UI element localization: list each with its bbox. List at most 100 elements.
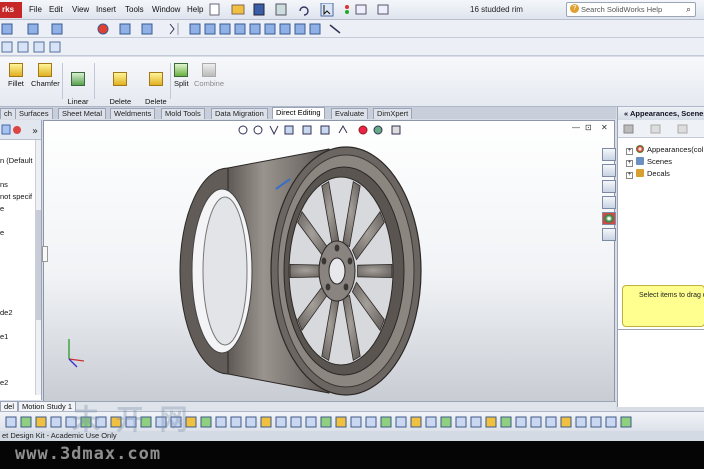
solidworks-resources-tab-icon[interactable]	[602, 148, 616, 161]
extend-icon	[485, 416, 497, 428]
feature-tree-scrollbar[interactable]	[35, 140, 41, 395]
home-icon[interactable]	[677, 124, 688, 134]
feature-manager-panel: » n (Default ns not specif e e de2 e1 e2	[0, 120, 42, 400]
hide-show-icon	[119, 23, 131, 35]
tree-item[interactable]: ns	[0, 180, 8, 189]
tab-direct-editing[interactable]: Direct Editing	[272, 107, 325, 119]
rotate-icon	[245, 416, 257, 428]
sketch-tool-icon	[605, 416, 617, 428]
move-icon	[380, 416, 392, 428]
smart-dimension-icon	[17, 41, 29, 53]
tab-dimxpert[interactable]: DimXpert	[373, 108, 413, 119]
decals-folder[interactable]: + Decals	[626, 169, 670, 179]
offset-icon	[350, 416, 362, 428]
open-folder-icon	[231, 4, 245, 15]
sketch-fillet-icon	[33, 41, 45, 53]
extend-icon	[335, 416, 347, 428]
rotate-icon	[545, 416, 557, 428]
view-toolbar-icons[interactable]	[0, 20, 350, 38]
tree-item[interactable]: e	[0, 228, 4, 237]
view-palette-tab-icon[interactable]	[602, 196, 616, 209]
scrollbar-thumb[interactable]	[36, 210, 41, 320]
menu-file[interactable]: File	[29, 5, 42, 14]
chamfer-button[interactable]: Chamfer	[31, 63, 60, 88]
panel-splitter-handle[interactable]	[42, 246, 48, 262]
appearances-folder[interactable]: + Appearances(col	[626, 145, 703, 155]
document-title: 16 studded rim	[470, 5, 523, 14]
help-search-input[interactable]: Search SolidWorks Help	[581, 5, 662, 14]
tree-item[interactable]: n (Default	[0, 156, 33, 165]
linear-pattern-icon	[71, 72, 86, 86]
view-orientation-icon	[1, 23, 13, 35]
task-pane-tabs	[602, 148, 616, 243]
tree-item[interactable]: e	[0, 204, 4, 213]
standard-toolbar[interactable]	[208, 3, 418, 17]
task-pane-toolbar	[618, 120, 704, 138]
menu-tools[interactable]: Tools	[125, 5, 144, 14]
drag-hint-box: Select items to drag o	[622, 285, 704, 327]
graphics-area[interactable]: — ⊡ ✕	[43, 120, 615, 402]
feature-manager-tabs: »	[0, 120, 41, 140]
custom-properties-tab-icon[interactable]	[602, 228, 616, 241]
tree-item[interactable]: e1	[0, 332, 8, 341]
scenes-folder[interactable]: + Scenes	[626, 157, 672, 167]
scenes-icon	[636, 157, 644, 165]
solidworks-logo: rks	[0, 2, 22, 18]
menu-window[interactable]: Window	[152, 5, 180, 14]
view-front-icon	[189, 23, 201, 35]
file-explorer-tab-icon[interactable]	[602, 180, 616, 193]
coordinate-triad-icon	[68, 339, 85, 368]
menu-edit[interactable]: Edit	[49, 5, 63, 14]
menu-view[interactable]: View	[72, 5, 89, 14]
sketch-toolbar	[0, 38, 704, 56]
search-icon[interactable]: ⌕	[686, 4, 691, 15]
view-top-icon	[249, 23, 261, 35]
delete-face-icon	[148, 72, 163, 86]
tab-sketch[interactable]: ch	[0, 108, 16, 119]
task-pane-content	[618, 329, 704, 407]
command-manager-tabs: ch Surfaces Sheet Metal Weldments Mold T…	[0, 107, 616, 119]
tab-mold-tools[interactable]: Mold Tools	[161, 108, 205, 119]
tree-item[interactable]: not specif	[0, 192, 32, 201]
tab-surfaces[interactable]: Surfaces	[15, 108, 53, 119]
tree-item[interactable]: e2	[0, 378, 8, 387]
options-icon	[377, 4, 389, 15]
trim-icon	[20, 416, 32, 428]
display-manager-tab-icon[interactable]	[13, 126, 21, 134]
fillet-button[interactable]: Fillet	[8, 63, 24, 88]
offset-icon	[200, 416, 212, 428]
rim-model[interactable]	[44, 121, 615, 402]
tab-weldments[interactable]: Weldments	[110, 108, 156, 119]
scale-icon	[275, 416, 287, 428]
menu-help[interactable]: Help	[187, 5, 203, 14]
appearances-tab-icon[interactable]	[602, 212, 616, 225]
sketch-toolbar-icons[interactable]	[0, 38, 80, 56]
design-library-tab-icon[interactable]	[602, 164, 616, 177]
tree-item[interactable]: de2	[0, 308, 13, 317]
rim-center-bore	[328, 257, 346, 285]
sketch-tool-icon	[455, 416, 467, 428]
tab-sheet-metal[interactable]: Sheet Metal	[58, 108, 107, 119]
split-button[interactable]: Split	[174, 63, 189, 88]
trim-icon	[320, 416, 332, 428]
combine-button[interactable]: Combine	[194, 63, 224, 88]
feature-tree-tab-icon[interactable]	[1, 124, 11, 135]
decals-icon	[636, 169, 644, 177]
combine-icon	[202, 63, 216, 77]
scene-icon	[141, 23, 153, 35]
view-bottom-icon	[264, 23, 276, 35]
expand-tabs-icon[interactable]: »	[32, 126, 38, 137]
tab-evaluate[interactable]: Evaluate	[331, 108, 369, 119]
back-icon[interactable]	[623, 124, 634, 134]
mirror-icon	[365, 416, 377, 428]
forward-icon[interactable]	[650, 124, 661, 134]
watermark-logo: 未 开 网	[72, 403, 191, 436]
help-search-box[interactable]: ? Search SolidWorks Help ⌕	[566, 2, 696, 17]
scale-icon	[425, 416, 437, 428]
tab-data-migration[interactable]: Data Migration	[211, 108, 268, 119]
menu-insert[interactable]: Insert	[96, 5, 116, 14]
help-question-icon: ?	[570, 4, 579, 13]
watermark-text: www.3dmax.com	[15, 444, 162, 464]
scale-icon	[575, 416, 587, 428]
view-toolbar	[0, 20, 704, 38]
